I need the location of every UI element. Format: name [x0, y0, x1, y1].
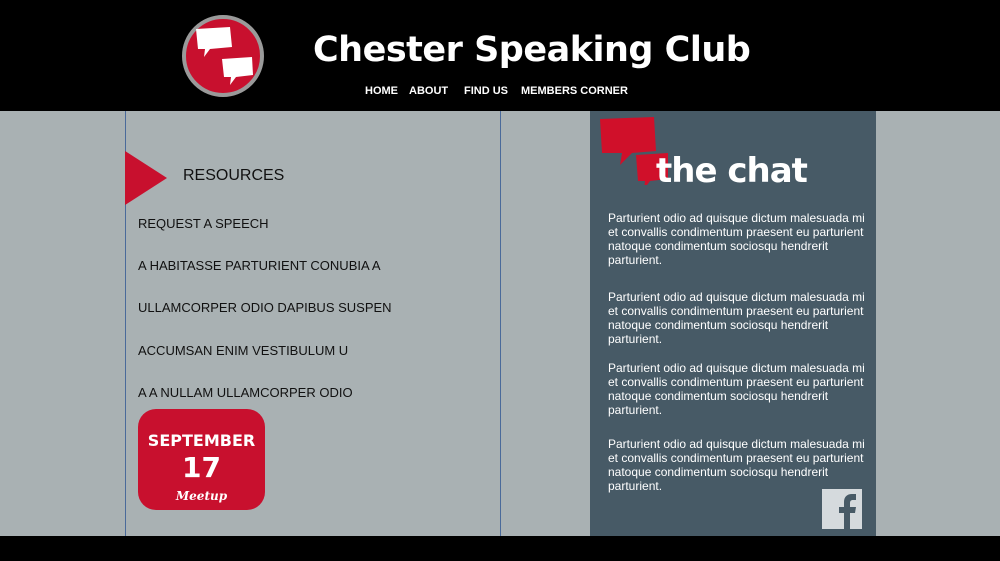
main-content: RESOURCES REQUEST A SPEECH A HABITASSE P…: [0, 111, 1000, 536]
chat-heading: the chat: [656, 151, 808, 191]
chat-paragraph: Parturient odio ad quisque dictum malesu…: [608, 437, 865, 493]
resources-heading: RESOURCES: [183, 167, 285, 184]
nav-about[interactable]: ABOUT: [409, 85, 448, 97]
resource-link[interactable]: ULLAMCORPER ODIO DAPIBUS SUSPEN: [138, 300, 392, 315]
site-header: Chester Speaking Club HOME ABOUT FIND US…: [0, 0, 1000, 111]
meetup-badge[interactable]: SEPTEMBER 17 Meetup: [138, 409, 265, 510]
main-nav: HOME ABOUT FIND US MEMBERS CORNER: [0, 85, 1000, 99]
nav-members-corner[interactable]: MEMBERS CORNER: [521, 85, 628, 97]
play-arrow-icon: [125, 151, 167, 205]
chat-paragraph: Parturient odio ad quisque dictum malesu…: [608, 361, 865, 417]
meetup-month: SEPTEMBER: [147, 431, 256, 450]
nav-find-us[interactable]: FIND US: [464, 85, 508, 97]
chat-paragraph: Parturient odio ad quisque dictum malesu…: [608, 290, 865, 346]
nav-home[interactable]: HOME: [365, 85, 398, 97]
speech-bubbles-icon: [196, 27, 253, 85]
resource-link[interactable]: A HABITASSE PARTURIENT CONUBIA A: [138, 258, 381, 273]
meetup-label: Meetup: [175, 489, 228, 503]
meetup-day: 17: [182, 451, 221, 484]
site-footer: [0, 536, 1000, 561]
resource-link[interactable]: REQUEST A SPEECH: [138, 216, 269, 231]
resource-link[interactable]: ACCUMSAN ENIM VESTIBULUM U: [138, 343, 348, 358]
resource-link[interactable]: A A NULLAM ULLAMCORPER ODIO: [138, 385, 353, 400]
chat-panel: the chat Parturient odio ad quisque dict…: [590, 111, 876, 536]
chat-paragraph: Parturient odio ad quisque dictum malesu…: [608, 211, 865, 267]
facebook-icon[interactable]: [822, 489, 862, 529]
site-title: Chester Speaking Club: [313, 30, 751, 70]
column-divider: [500, 111, 501, 536]
